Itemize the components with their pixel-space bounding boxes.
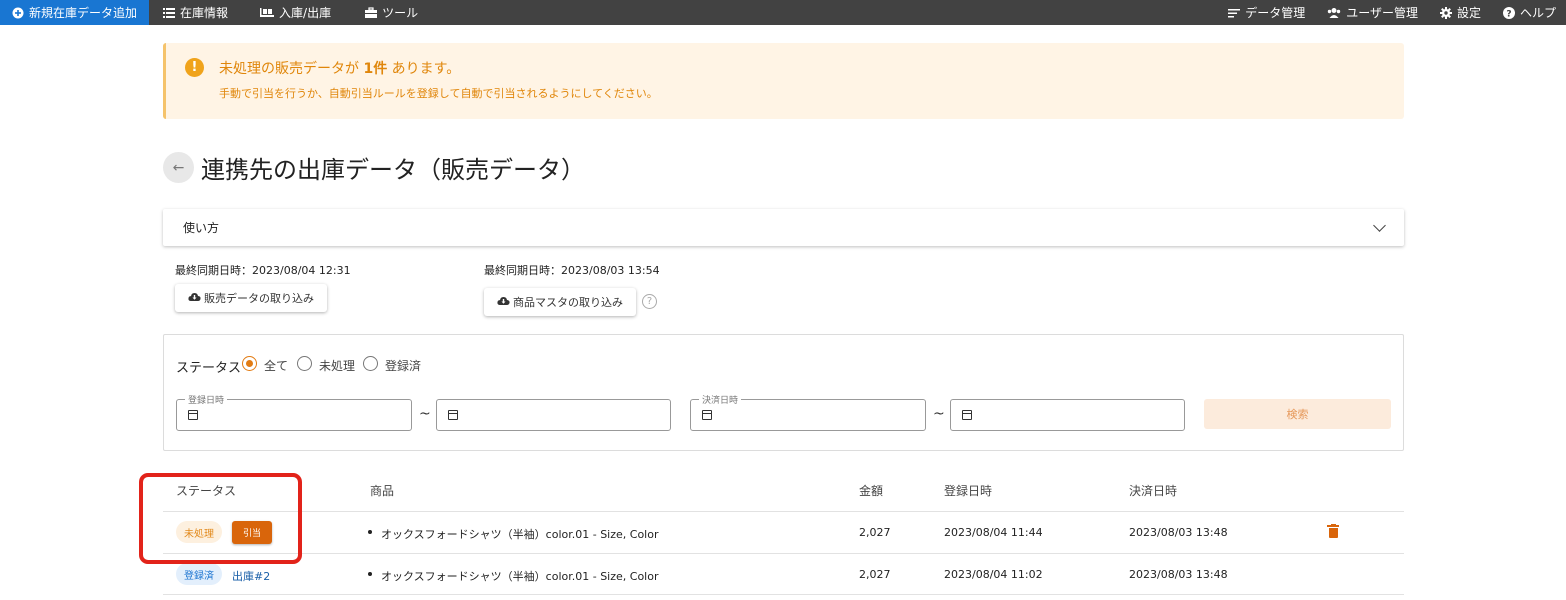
amount: 2,027 [859, 526, 891, 539]
settled-date: 2023/08/03 13:48 [1129, 568, 1228, 581]
svg-text:?: ? [1506, 9, 1511, 19]
import-master-label: 商品マスタの取り込み [513, 296, 623, 309]
nav-settings-label: 設定 [1456, 6, 1481, 20]
radio-all[interactable] [242, 356, 257, 371]
calendar-icon [962, 410, 972, 420]
registered-date: 2023/08/04 11:02 [944, 568, 1043, 581]
alert-title-suffix: あります。 [391, 61, 461, 77]
nav-right-group: データ管理 ユーザー管理 設定 ? ヘルプ [1218, 0, 1566, 25]
radio-unprocessed-label: 未処理 [319, 359, 356, 373]
product-name: オックスフォードシャツ（半袖）color.01 - Size, Color [381, 528, 659, 541]
import-sales-button[interactable]: 販売データの取り込み [175, 284, 327, 312]
nav-data-mgmt-label: データ管理 [1245, 6, 1306, 20]
exclamation-circle-icon: ! [185, 58, 204, 77]
nav-data-mgmt[interactable]: データ管理 [1218, 0, 1315, 25]
cloud-download-icon [188, 292, 201, 305]
plus-circle-icon [12, 7, 24, 19]
users-icon [1327, 7, 1341, 19]
question-circle-icon: ? [1502, 6, 1515, 19]
nav-in-out-label: 入庫/出庫 [279, 6, 332, 20]
nav-inventory[interactable]: 在庫情報 [149, 0, 238, 25]
radio-registered[interactable] [363, 356, 378, 371]
nav-user-mgmt-label: ユーザー管理 [1346, 6, 1418, 20]
gear-icon [1439, 6, 1452, 19]
bullet [368, 530, 372, 534]
page-title: 連携先の出庫データ（販売データ） [201, 156, 585, 184]
registered-date: 2023/08/04 11:44 [944, 526, 1043, 539]
calendar-icon [702, 410, 712, 420]
filter-panel: ステータス 全て 未処理 登録済 登録日時 ~ 決済日時 ~ 検索 [163, 334, 1404, 451]
header-registered: 登録日時 [944, 484, 993, 498]
header-settled: 決済日時 [1129, 484, 1178, 498]
nav-tools[interactable]: ツール [341, 0, 428, 25]
nav-new-stock[interactable]: 新規在庫データ追加 [0, 0, 150, 25]
trash-icon[interactable] [1327, 523, 1339, 538]
top-nav: 新規在庫データ追加 在庫情報 入庫/出庫 ツール データ管理 ユーザー管理 設定… [0, 0, 1566, 25]
nav-new-stock-label: 新規在庫データ追加 [29, 6, 138, 20]
filter-lines-icon [1228, 7, 1241, 19]
search-button[interactable]: 検索 [1204, 399, 1391, 429]
nav-inventory-label: 在庫情報 [180, 6, 229, 20]
settled-from-input[interactable]: 決済日時 [690, 393, 926, 431]
annotation-highlight [139, 473, 302, 564]
question-icon[interactable]: ? [642, 294, 657, 309]
registered-date-legend: 登録日時 [185, 393, 228, 406]
toolbox-icon [365, 6, 378, 19]
row-divider [163, 511, 1404, 512]
bullet [368, 572, 372, 576]
status-filter-label: ステータス [176, 361, 242, 376]
pallet-icon [260, 7, 275, 19]
header-amount: 金額 [859, 484, 884, 498]
row-divider [163, 594, 1404, 595]
radio-registered-label: 登録済 [385, 359, 422, 373]
nav-help-label: ヘルプ [1519, 6, 1556, 20]
registered-from-input[interactable]: 登録日時 [176, 393, 412, 431]
alert-count: 1件 [363, 61, 388, 77]
alert-title-prefix: 未処理の販売データが [219, 61, 359, 77]
cloud-download-icon [497, 296, 510, 309]
row-divider [163, 553, 1404, 554]
unprocessed-alert: ! 未処理の販売データが 1件 あります。 手動で引当を行うか、自動引当ルールを… [163, 43, 1404, 119]
arrow-left-icon: ← [172, 159, 185, 176]
import-master-button[interactable]: 商品マスタの取り込み [484, 288, 636, 316]
settled-to-input[interactable] [950, 399, 1185, 431]
radio-all-label: 全て [264, 359, 289, 373]
product-name: オックスフォードシャツ（半袖）color.01 - Size, Color [381, 570, 659, 583]
nav-user-mgmt[interactable]: ユーザー管理 [1315, 0, 1428, 25]
alert-title: 未処理の販売データが 1件 あります。 [219, 58, 460, 78]
registered-to-input[interactable] [436, 399, 671, 431]
sales-last-sync: 最終同期日時：2023/08/04 12:31 [175, 264, 351, 277]
settled-date-legend: 決済日時 [699, 393, 742, 406]
import-sales-label: 販売データの取り込み [204, 292, 314, 305]
shipment-link[interactable]: 出庫#2 [232, 568, 270, 584]
header-product: 商品 [370, 484, 395, 498]
master-last-sync: 最終同期日時：2023/08/03 13:54 [484, 264, 660, 277]
list-icon [163, 7, 176, 19]
chevron-down-icon [1373, 219, 1386, 232]
range-tilde: ~ [933, 406, 945, 422]
alert-message: 手動で引当を行うか、自動引当ルールを登録して自動で引当されるようにしてください。 [219, 87, 658, 100]
calendar-icon [448, 410, 458, 420]
amount: 2,027 [859, 568, 891, 581]
nav-help[interactable]: ? ヘルプ [1491, 0, 1566, 25]
howto-label: 使い方 [183, 221, 220, 235]
settled-date: 2023/08/03 13:48 [1129, 526, 1228, 539]
radio-unprocessed[interactable] [297, 356, 312, 371]
howto-accordion[interactable]: 使い方 [163, 209, 1404, 246]
status-badge: 登録済 [176, 563, 222, 585]
back-button[interactable]: ← [163, 152, 194, 183]
range-tilde: ~ [419, 406, 431, 422]
nav-settings[interactable]: 設定 [1428, 0, 1491, 25]
nav-tools-label: ツール [382, 6, 419, 20]
nav-in-out[interactable]: 入庫/出庫 [238, 0, 341, 25]
calendar-icon [188, 410, 198, 420]
